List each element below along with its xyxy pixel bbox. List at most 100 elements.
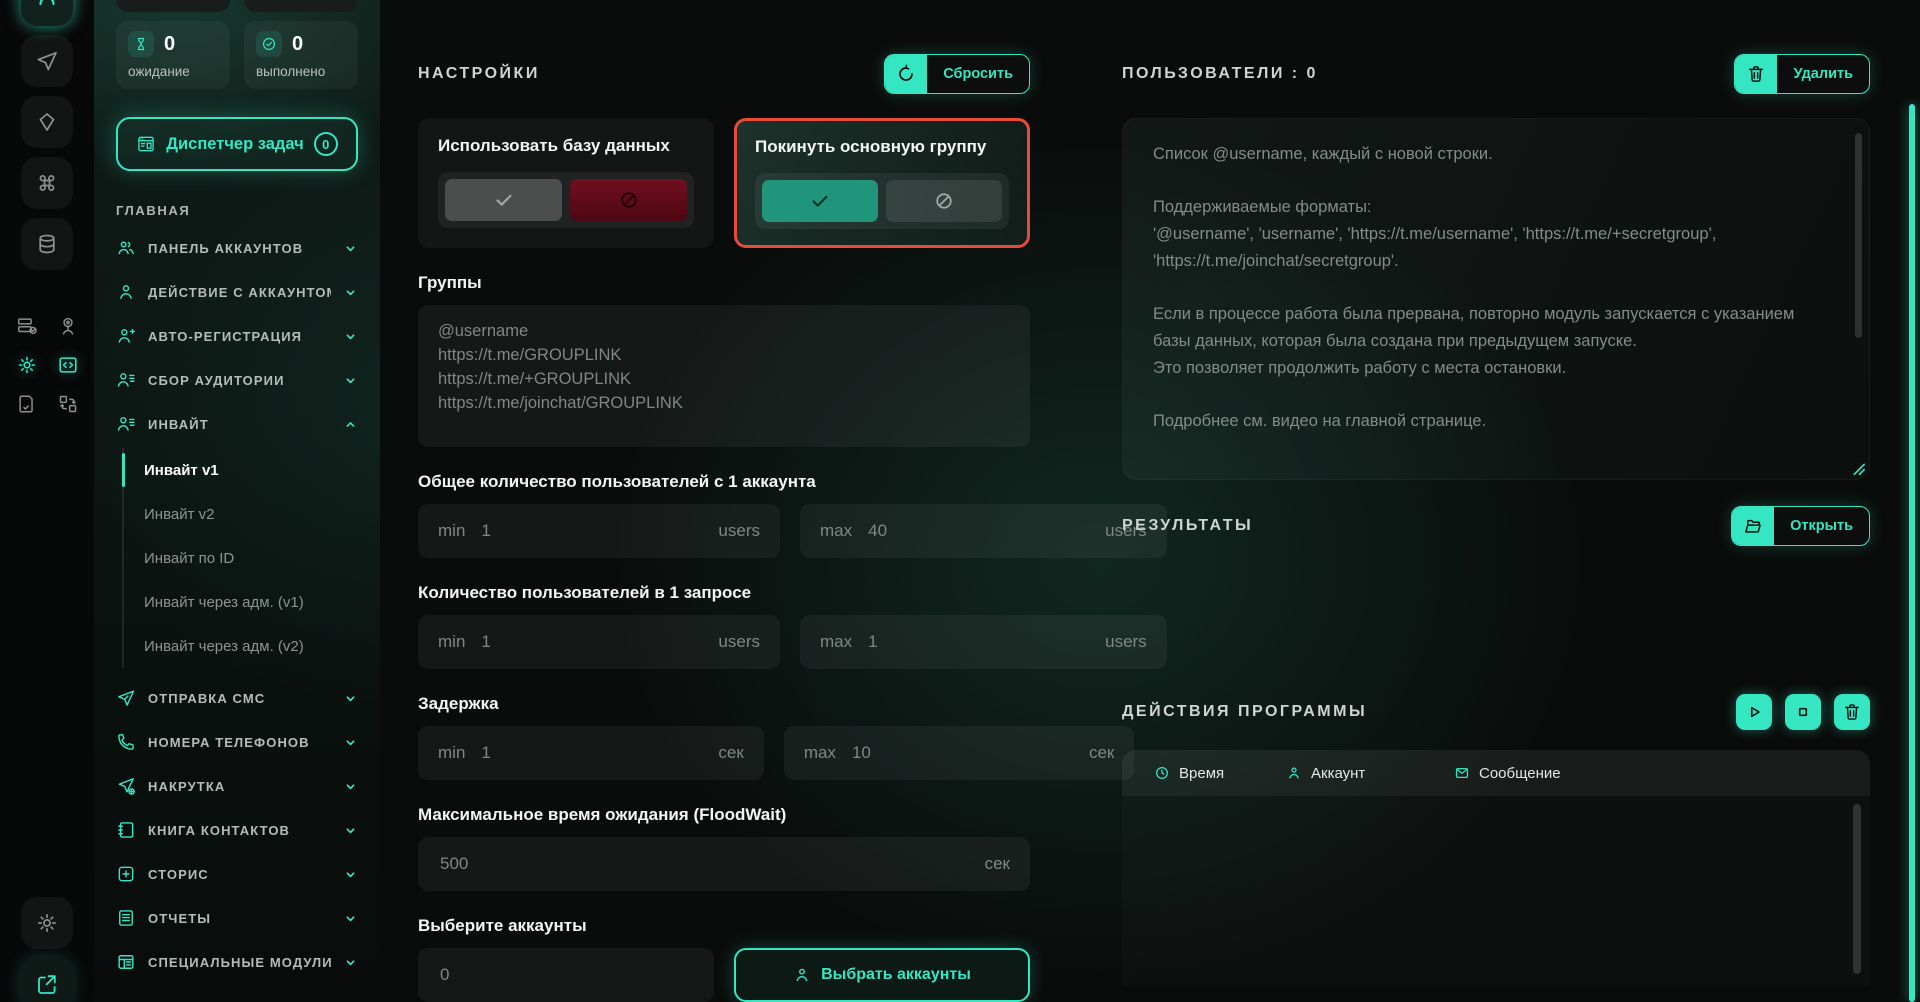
users-textarea-scrollbar[interactable] bbox=[1855, 133, 1862, 338]
sidebar-item-invite[interactable]: ИНВАЙТ bbox=[116, 402, 358, 446]
submenu-item-invite-v1[interactable]: Инвайт v1 bbox=[124, 448, 358, 492]
main-content: НАСТРОЙКИ Сбросить Использовать базу дан… bbox=[380, 0, 1920, 1002]
stat-done-value: 0 bbox=[292, 33, 303, 56]
rail-diamond-button[interactable] bbox=[21, 96, 73, 148]
rail-command-button[interactable] bbox=[21, 157, 73, 209]
floodwait-label: Максимальное время ожидания (FloodWait) bbox=[418, 805, 1030, 825]
resize-handle-icon[interactable] bbox=[1852, 462, 1866, 476]
actions-log-scrollbar[interactable] bbox=[1853, 804, 1861, 974]
play-button[interactable] bbox=[1736, 694, 1772, 730]
results-header: РЕЗУЛЬТАТЫ Открыть bbox=[1122, 506, 1870, 546]
sidebar-item-label: СТОРИС bbox=[148, 867, 331, 882]
envelope-icon bbox=[1454, 765, 1470, 781]
units-suffix: users bbox=[718, 521, 760, 541]
stat-pending: 0 ожидание bbox=[116, 21, 230, 89]
sidebar-item-contact-book[interactable]: КНИГА КОНТАКТОВ bbox=[116, 808, 358, 852]
total-users-max-field: max users bbox=[800, 504, 1167, 558]
sidebar-item-phone-numbers[interactable]: НОМЕРА ТЕЛЕФОНОВ bbox=[116, 720, 358, 764]
floodwait-input[interactable] bbox=[438, 853, 971, 875]
rail-settings-button[interactable] bbox=[21, 897, 73, 949]
clear-log-button[interactable] bbox=[1834, 694, 1870, 730]
sidebar-item-boosting[interactable]: НАКРУТКА bbox=[116, 764, 358, 808]
chevron-down-icon bbox=[343, 823, 358, 838]
leave-group-no-button[interactable] bbox=[886, 180, 1002, 222]
person-cam-icon[interactable] bbox=[57, 315, 79, 337]
doc-check-icon[interactable] bbox=[16, 393, 38, 415]
stat-done-label: выполнено bbox=[256, 64, 346, 79]
delay-max-field: max сек bbox=[784, 726, 1135, 780]
hourglass-icon bbox=[128, 31, 154, 57]
accounts-count-input[interactable] bbox=[438, 964, 694, 986]
total-users-max-input[interactable] bbox=[866, 520, 1091, 542]
sidebar-item-label: НАКРУТКА bbox=[148, 779, 331, 794]
server-check-icon[interactable] bbox=[16, 315, 38, 337]
submenu-item-invite-admin-v1[interactable]: Инвайт через адм. (v1) bbox=[124, 580, 358, 624]
units-suffix: сек bbox=[1089, 743, 1114, 763]
accounts-count-field bbox=[418, 948, 714, 1002]
total-users-min-input[interactable] bbox=[479, 520, 704, 542]
users-per-request-max-input[interactable] bbox=[866, 631, 1091, 653]
chevron-down-icon bbox=[343, 779, 358, 794]
page-scrollbar[interactable] bbox=[1909, 104, 1915, 1002]
person-icon bbox=[1286, 765, 1302, 781]
select-accounts-button[interactable]: Выбрать аккаунты bbox=[734, 948, 1030, 1002]
sidebar-item-stories[interactable]: СТОРИС bbox=[116, 852, 358, 896]
units-suffix: сек bbox=[985, 854, 1010, 874]
actions-title: ДЕЙСТВИЯ ПРОГРАММЫ bbox=[1122, 703, 1367, 721]
task-manager-button[interactable]: Диспетчер задач 0 bbox=[116, 117, 358, 171]
leave-group-toggle bbox=[755, 173, 1009, 229]
gear-icon[interactable] bbox=[16, 354, 38, 376]
sidebar-item-sms-sending[interactable]: ОТПРАВКА СМС bbox=[116, 676, 358, 720]
sidebar-item-audience-collection[interactable]: СБОР АУДИТОРИИ bbox=[116, 358, 358, 402]
groups-textarea[interactable] bbox=[418, 305, 1030, 447]
sidebar-item-label: ПАНЕЛЬ АККАУНТОВ bbox=[148, 241, 331, 256]
users-textarea[interactable] bbox=[1123, 119, 1869, 479]
submenu-item-invite-admin-v2[interactable]: Инвайт через адм. (v2) bbox=[124, 624, 358, 668]
database-icon bbox=[35, 232, 59, 256]
use-database-yes-button[interactable] bbox=[445, 179, 562, 221]
stat-done: 0 выполнено bbox=[244, 21, 358, 89]
delete-users-button[interactable]: Удалить bbox=[1734, 54, 1870, 94]
sidebar-item-special-modules[interactable]: СПЕЦИАЛЬНЫЕ МОДУЛИ bbox=[116, 940, 358, 984]
users-per-request-min-input[interactable] bbox=[479, 631, 704, 653]
delay-min-input[interactable] bbox=[479, 742, 704, 764]
stat-pending-value: 0 bbox=[164, 33, 175, 56]
sidebar-item-proxy-pool-checker[interactable]: ЧЕКЕР ПУЛА ПРОКСИ bbox=[116, 984, 358, 1002]
task-window-icon bbox=[136, 134, 156, 154]
check-icon bbox=[809, 190, 831, 212]
task-manager-badge: 0 bbox=[314, 132, 338, 156]
sidebar-stats: 0 ожидание 0 выполнено bbox=[116, 21, 358, 89]
sidebar-item-reports[interactable]: ОТЧЕТЫ bbox=[116, 896, 358, 940]
actions-header: ДЕЙСТВИЯ ПРОГРАММЫ bbox=[1122, 694, 1870, 730]
open-results-button[interactable]: Открыть bbox=[1731, 506, 1870, 546]
results-title: РЕЗУЛЬТАТЫ bbox=[1122, 517, 1253, 535]
right-panel: ПОЛЬЗОВАТЕЛИ : 0 Удалить РЕЗУЛЬТАТЫ bbox=[1122, 0, 1870, 1002]
person-list-icon bbox=[116, 370, 136, 390]
users-per-request-min-field: min users bbox=[418, 615, 780, 669]
sidebar-item-auto-registration[interactable]: АВТО-РЕГИСТРАЦИЯ bbox=[116, 314, 358, 358]
choose-accounts-section: Выберите аккаунты Выбрать аккаунты bbox=[418, 916, 1030, 1002]
rail-database-button[interactable] bbox=[21, 218, 73, 270]
use-database-no-button[interactable] bbox=[570, 179, 687, 221]
prohibit-icon bbox=[618, 189, 640, 211]
settings-gear-icon bbox=[35, 911, 59, 935]
rail-active-module-button[interactable] bbox=[21, 0, 73, 26]
reset-icon bbox=[885, 55, 927, 93]
sidebar-item-label: НОМЕРА ТЕЛЕФОНОВ bbox=[148, 735, 331, 750]
submenu-item-invite-by-id[interactable]: Инвайт по ID bbox=[124, 536, 358, 580]
rail-external-link-button[interactable] bbox=[21, 958, 73, 1002]
app-root: 0 ожидание 0 выполнено Диспетчер задач 0… bbox=[0, 0, 1920, 1002]
code-window-icon[interactable] bbox=[57, 354, 79, 376]
external-link-icon bbox=[35, 972, 59, 996]
leave-group-yes-button[interactable] bbox=[762, 180, 878, 222]
delay-max-input[interactable] bbox=[850, 742, 1075, 764]
groups-section: Группы bbox=[418, 273, 1030, 447]
reset-button[interactable]: Сбросить bbox=[884, 54, 1030, 94]
stop-button[interactable] bbox=[1785, 694, 1821, 730]
sidebar-item-account-action[interactable]: ДЕЙСТВИЕ С АККАУНТОМ bbox=[116, 270, 358, 314]
sidebar-section-label: ГЛАВНАЯ bbox=[116, 203, 358, 218]
swap-icon[interactable] bbox=[57, 393, 79, 415]
sidebar-item-accounts-panel[interactable]: ПАНЕЛЬ АККАУНТОВ bbox=[116, 226, 358, 270]
rail-send-button[interactable] bbox=[21, 35, 73, 87]
submenu-item-invite-v2[interactable]: Инвайт v2 bbox=[124, 492, 358, 536]
